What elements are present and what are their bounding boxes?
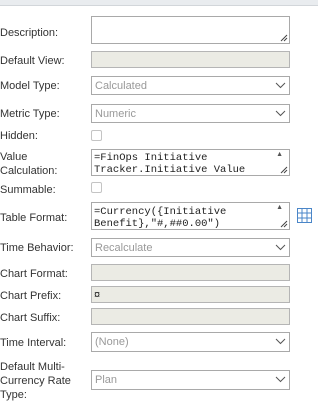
chart-suffix-label: Chart Suffix: [0, 312, 61, 324]
value-calculation-line1: =FinOps Initiative [94, 152, 208, 164]
time-interval-select[interactable]: (None) [91, 332, 290, 352]
chevron-down-icon [272, 371, 289, 389]
chevron-down-icon [272, 333, 289, 351]
model-type-value: Calculated [95, 80, 147, 92]
resize-grip-icon [280, 34, 288, 42]
time-interval-label: Time Interval: [0, 337, 67, 349]
multi-currency-rate-type-value: Plan [95, 374, 118, 386]
chevron-down-icon [272, 239, 289, 256]
table-format-textarea[interactable]: =Currency({Initiative Benefit},"#,##0.00… [91, 202, 290, 230]
table-format-label: Table Format: [0, 212, 68, 224]
chart-prefix-field: ¤ [91, 286, 290, 303]
chart-prefix-value: ¤ [94, 289, 101, 301]
scroll-up-icon[interactable]: ▲ [276, 151, 283, 158]
hidden-checkbox[interactable] [91, 130, 102, 141]
metric-type-value: Numeric [95, 108, 136, 120]
value-calculation-textarea[interactable]: =FinOps Initiative Tracker.Initiative Va… [91, 149, 290, 176]
multi-currency-rate-type-select[interactable]: Plan [91, 370, 290, 390]
metric-type-label: Metric Type: [0, 108, 60, 120]
default-view-label: Default View: [0, 55, 65, 67]
time-behavior-label: Time Behavior: [0, 242, 74, 254]
resize-grip-icon[interactable] [280, 166, 288, 174]
hidden-label: Hidden: [0, 130, 38, 142]
chart-format-label: Chart Format: [0, 268, 68, 280]
value-calculation-line2: Tracker.Initiative Value [94, 164, 246, 176]
grid-icon[interactable] [297, 208, 312, 223]
description-label: Description: [0, 27, 59, 39]
default-view-field [91, 51, 290, 68]
summable-label: Summable: [0, 184, 56, 196]
time-behavior-select[interactable]: Recalculate [91, 238, 290, 257]
model-type-select[interactable]: Calculated [91, 76, 290, 95]
chart-prefix-label: Chart Prefix: [0, 290, 62, 302]
multi-currency-label-line3: Type: [0, 389, 27, 401]
value-calculation-label-line2: Calculation: [0, 165, 58, 177]
chart-format-field [91, 264, 290, 281]
metric-type-select[interactable]: Numeric [91, 104, 290, 123]
summable-checkbox[interactable] [91, 182, 102, 193]
multi-currency-label-line1: Default Multi- [0, 361, 65, 373]
resize-grip-icon[interactable] [280, 220, 288, 228]
section-header-bar [0, 0, 318, 6]
table-format-line2: Benefit},"#,##0.00") [94, 218, 221, 230]
model-type-label: Model Type: [0, 80, 60, 92]
time-behavior-value: Recalculate [95, 242, 153, 254]
time-interval-value: (None) [95, 336, 129, 348]
value-calculation-label-line1: Value [0, 151, 28, 163]
description-textarea[interactable] [91, 16, 290, 44]
table-format-line1: =Currency({Initiative [94, 206, 227, 218]
chevron-down-icon [272, 105, 289, 122]
multi-currency-label-line2: Currency Rate [0, 375, 71, 387]
chart-suffix-field [91, 308, 290, 325]
scroll-up-icon[interactable]: ▲ [276, 204, 283, 211]
chevron-down-icon [272, 77, 289, 94]
